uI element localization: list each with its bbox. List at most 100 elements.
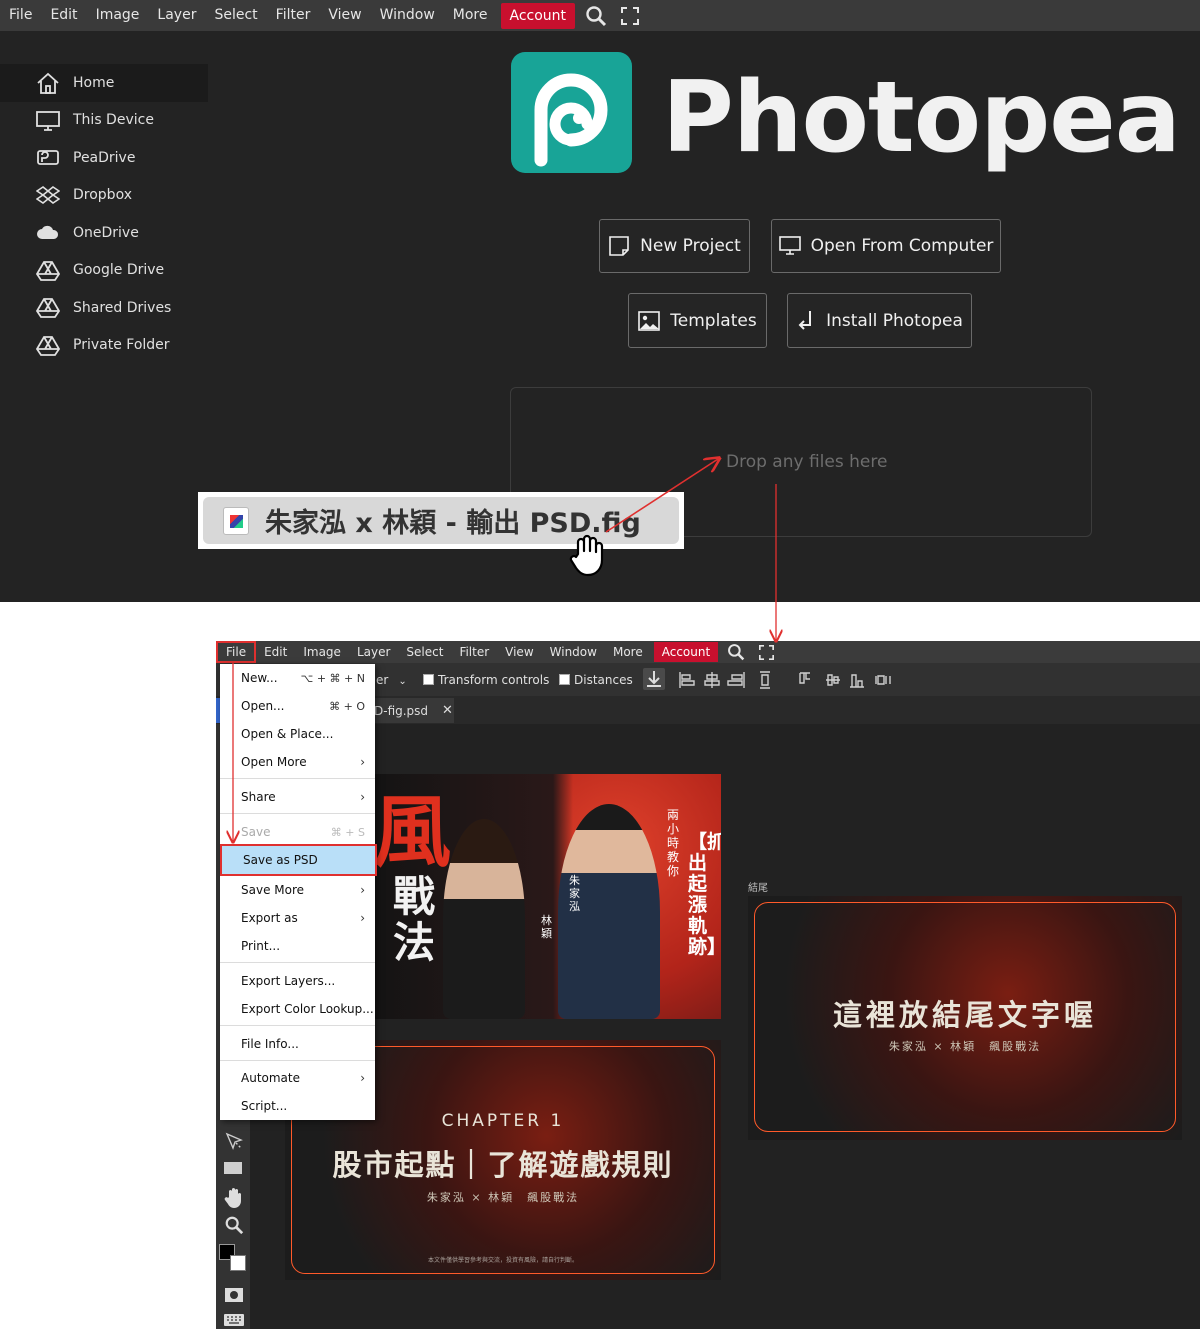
- menu-filter[interactable]: Filter: [451, 641, 497, 663]
- menu-item-file-info[interactable]: File Info...: [220, 1030, 375, 1058]
- new-document-icon: [609, 236, 629, 256]
- menu-item-save-as-psd[interactable]: Save as PSD: [220, 844, 377, 876]
- keyboard-icon[interactable]: [223, 1313, 245, 1327]
- chevron-right-icon: ›: [360, 790, 365, 804]
- menu-item-label: Export as: [241, 911, 298, 925]
- composite-screenshot: File Edit Image Layer Select Filter View…: [0, 0, 1200, 1329]
- sidebar-item-dropbox[interactable]: Dropbox: [0, 177, 208, 215]
- menu-item-open-place[interactable]: Open & Place...: [220, 720, 375, 748]
- align-icons[interactable]: [678, 671, 898, 689]
- monitor-icon: [778, 236, 801, 255]
- new-project-button[interactable]: New Project: [599, 219, 750, 273]
- menu-item-save-more[interactable]: Save More ›: [220, 876, 375, 904]
- zoom-tool-icon[interactable]: [224, 1215, 244, 1235]
- menu-layer[interactable]: Layer: [148, 0, 205, 31]
- menu-file[interactable]: File: [216, 641, 257, 663]
- close-icon[interactable]: ✕: [442, 703, 453, 718]
- fullscreen-icon[interactable]: [613, 0, 647, 31]
- menu-item-export-layers[interactable]: Export Layers...: [220, 967, 375, 995]
- cover-big-char-2: 戰 法: [393, 872, 436, 967]
- cover-artboard[interactable]: 風 戰 法 朱家泓 林穎 兩小時教你 【抓出起漲軌跡】: [373, 774, 721, 1019]
- sidebar-item-home[interactable]: Home: [0, 64, 208, 102]
- menu-more[interactable]: More: [444, 0, 497, 31]
- menu-item-label: Script...: [241, 1099, 288, 1113]
- hand-tool-icon[interactable]: [224, 1186, 244, 1208]
- menu-item-open[interactable]: Open... ⌘ + O: [220, 692, 375, 720]
- menu-file[interactable]: File: [0, 0, 41, 31]
- menu-item-label: Print...: [241, 939, 281, 953]
- menu-window[interactable]: Window: [371, 0, 444, 31]
- drive-icon: [36, 260, 60, 281]
- sidebar-item-private-folder[interactable]: Private Folder: [0, 327, 208, 365]
- menu-separator: [220, 778, 375, 779]
- menu-filter[interactable]: Filter: [267, 0, 320, 31]
- menu-layer[interactable]: Layer: [349, 641, 398, 663]
- quick-mask-icon[interactable]: [224, 1287, 244, 1303]
- account-button[interactable]: Account: [653, 642, 719, 662]
- menu-separator: [220, 1025, 375, 1026]
- transform-controls-toggle[interactable]: Transform controls: [423, 673, 549, 687]
- document-tab[interactable]: D-fig.psd ✕: [366, 698, 454, 723]
- auto-select-dropdown[interactable]: er ⌄: [376, 673, 407, 687]
- checkbox[interactable]: [559, 673, 570, 685]
- checkbox[interactable]: [423, 673, 434, 685]
- chevron-down-icon: ⌄: [398, 675, 407, 687]
- menu-edit[interactable]: Edit: [41, 0, 86, 31]
- menu-item-export-color-lookup[interactable]: Export Color Lookup...: [220, 995, 375, 1023]
- background-color-swatch[interactable]: [230, 1255, 246, 1271]
- menu-view[interactable]: View: [497, 641, 541, 663]
- sidebar-item-shared-drives[interactable]: Shared Drives: [0, 289, 208, 327]
- menu-item-open-more[interactable]: Open More ›: [220, 748, 375, 776]
- menu-item-automate[interactable]: Automate ›: [220, 1064, 375, 1092]
- account-button[interactable]: Account: [500, 2, 576, 29]
- sidebar-item-label: Google Drive: [73, 262, 165, 279]
- menu-view[interactable]: View: [319, 0, 370, 31]
- menu-item-script[interactable]: Script...: [220, 1092, 375, 1120]
- sidebar-item-google-drive[interactable]: Google Drive: [0, 252, 208, 290]
- rectangle-tool-icon[interactable]: [223, 1160, 243, 1176]
- fig-file-icon: [223, 506, 249, 535]
- download-icon[interactable]: [643, 668, 665, 690]
- auto-select-value: er: [376, 672, 389, 687]
- chapter-title: 股市起點｜了解遊戲規則: [332, 1148, 674, 1182]
- chevron-right-icon: ›: [360, 755, 365, 769]
- menu-select[interactable]: Select: [205, 0, 266, 31]
- grab-hand-cursor-icon: [569, 534, 604, 577]
- open-from-computer-button[interactable]: Open From Computer: [771, 219, 1001, 273]
- shortcut-label: ⌘ + O: [329, 699, 365, 713]
- menu-more[interactable]: More: [605, 641, 651, 663]
- templates-button[interactable]: Templates: [628, 293, 767, 348]
- storage-sidebar: Home This Device PeaDrive Dropbox OneDri…: [0, 64, 208, 364]
- sidebar-item-label: Shared Drives: [73, 299, 172, 316]
- menu-edit[interactable]: Edit: [256, 641, 295, 663]
- menu-image[interactable]: Image: [87, 0, 149, 31]
- sidebar-item-label: Private Folder: [73, 337, 170, 354]
- menu-item-label: Export Layers...: [241, 974, 336, 988]
- sidebar-item-this-device[interactable]: This Device: [0, 102, 208, 140]
- sidebar-item-label: Dropbox: [73, 187, 132, 204]
- fullscreen-icon[interactable]: [759, 644, 775, 660]
- menu-select[interactable]: Select: [398, 641, 451, 663]
- ending-artboard[interactable]: 這裡放結尾文字喔 朱家泓 × 林穎 飆股戰法: [748, 896, 1182, 1140]
- search-icon[interactable]: [727, 643, 745, 661]
- distances-toggle[interactable]: Distances: [559, 673, 633, 687]
- menu-item-new[interactable]: New... ⌥ + ⌘ + N: [220, 664, 375, 692]
- menu-item-label: File Info...: [241, 1037, 299, 1051]
- path-select-icon[interactable]: [224, 1131, 244, 1151]
- sidebar-item-onedrive[interactable]: OneDrive: [0, 214, 208, 252]
- host-name-2: 林穎: [541, 914, 552, 940]
- photopea-editor-screen: File Edit Image Layer Select Filter View…: [216, 641, 1200, 1329]
- search-icon[interactable]: [579, 0, 613, 31]
- menu-item-label: Open...: [241, 699, 285, 713]
- menu-item-share[interactable]: Share ›: [220, 783, 375, 811]
- install-photopea-button[interactable]: Install Photopea: [787, 293, 972, 348]
- menu-separator: [220, 1060, 375, 1061]
- sidebar-item-peadrive[interactable]: PeaDrive: [0, 139, 208, 177]
- menu-window[interactable]: Window: [542, 641, 605, 663]
- new-project-label: New Project: [640, 236, 741, 256]
- menu-item-print[interactable]: Print...: [220, 932, 375, 960]
- menu-item-label: Export Color Lookup...: [241, 1002, 374, 1016]
- ending-title: 這裡放結尾文字喔: [832, 998, 1097, 1032]
- menu-item-export-as[interactable]: Export as ›: [220, 904, 375, 932]
- menu-image[interactable]: Image: [295, 641, 349, 663]
